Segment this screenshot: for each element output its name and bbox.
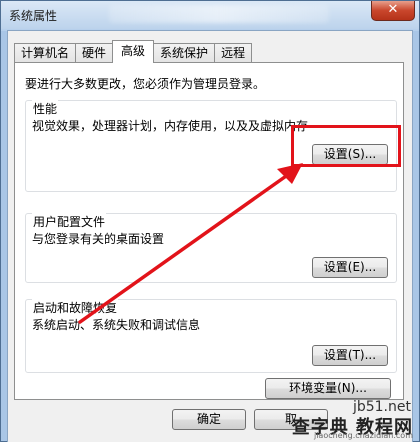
system-properties-window: 系统属性 ✕ 计算机名 硬件 高级 系统保护 远程 要进行大多数更改，您必须作为…	[0, 0, 420, 442]
watermark: jb51.net 查字典 教程网 jiaocheng.chazidian.com	[267, 399, 417, 441]
watermark-url: jiaocheng.chazidian.com	[313, 431, 413, 440]
tab-advanced[interactable]: 高级	[112, 40, 155, 63]
red-arrow-icon	[78, 163, 303, 324]
